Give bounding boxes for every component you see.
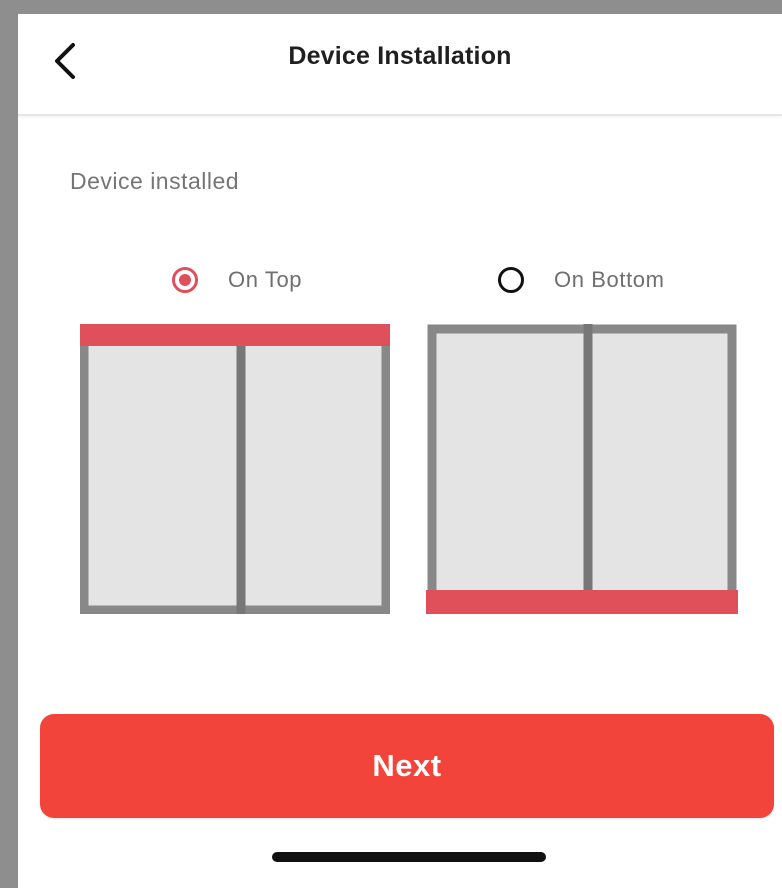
device-installation-screen: Device Installation Device installed On …	[18, 14, 782, 888]
on-top-window-illustration[interactable]	[80, 324, 390, 614]
next-button[interactable]: Next	[40, 714, 774, 818]
header-bar: Device Installation	[18, 14, 782, 116]
window-frame	[80, 329, 390, 614]
top-rail-indicator	[80, 324, 390, 346]
option-on-top[interactable]: On Top	[172, 258, 302, 302]
page-title: Device Installation	[288, 42, 512, 70]
device-installed-label: Device installed	[70, 168, 240, 194]
option-on-top-label: On Top	[228, 267, 303, 292]
bottom-rail-indicator	[426, 590, 738, 614]
on-bottom-window-illustration[interactable]	[426, 324, 738, 614]
radio-on-top[interactable]	[172, 267, 198, 293]
option-on-bottom-label: On Bottom	[554, 267, 665, 292]
window-frame	[427, 324, 737, 608]
radio-on-bottom[interactable]	[498, 267, 524, 293]
option-on-bottom[interactable]: On Bottom	[498, 258, 665, 302]
home-indicator[interactable]	[272, 852, 546, 862]
